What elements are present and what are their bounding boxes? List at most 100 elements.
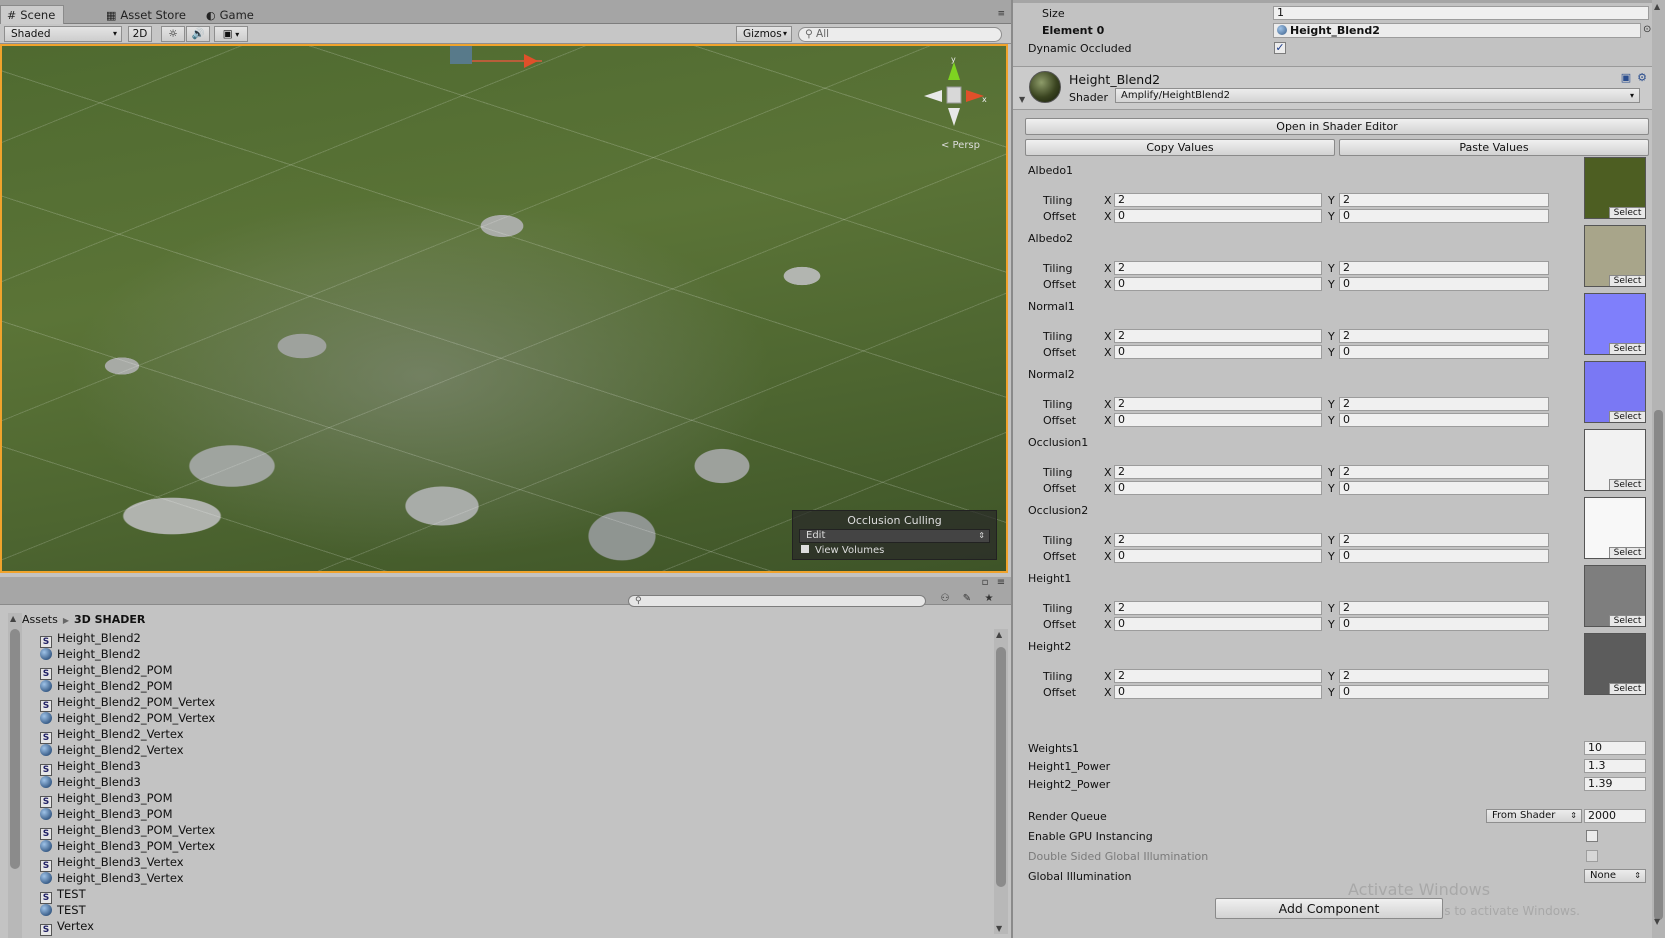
gpu-instancing-checkbox[interactable] <box>1586 830 1598 842</box>
offset-y-field[interactable]: 0 <box>1339 549 1549 563</box>
offset-y-field[interactable]: 0 <box>1339 345 1549 359</box>
offset-y-field[interactable]: 0 <box>1339 481 1549 495</box>
move-arrow-x-icon[interactable] <box>524 54 538 68</box>
asset-list-item[interactable]: S Height_Blend3 <box>40 758 980 776</box>
scroll-down-icon[interactable]: ▼ <box>1654 917 1660 926</box>
audio-toggle-icon[interactable]: 🔊 <box>186 26 210 42</box>
global-illumination-dropdown[interactable]: None ⇕ <box>1584 869 1646 883</box>
texture-select-button[interactable]: Select <box>1609 275 1645 286</box>
render-queue-mode-dropdown[interactable]: From Shader ⇕ <box>1486 809 1582 823</box>
tiling-x-field[interactable]: 2 <box>1114 397 1322 411</box>
offset-y-field[interactable]: 0 <box>1339 277 1549 291</box>
offset-x-field[interactable]: 0 <box>1114 277 1322 291</box>
gear-icon[interactable]: ⚙ <box>1637 71 1653 84</box>
tiling-x-field[interactable]: 2 <box>1114 465 1322 479</box>
material-settings-icons[interactable]: ▣⚙ <box>1621 71 1653 84</box>
lighting-toggle-icon[interactable]: ☼ <box>161 26 185 42</box>
tab-game[interactable]: ◐ Game <box>200 6 262 24</box>
asset-list-item[interactable]: S Height_Blend2_POM_Vertex <box>40 694 980 712</box>
texture-select-button[interactable]: Select <box>1609 615 1645 626</box>
tiling-y-field[interactable]: 2 <box>1339 329 1549 343</box>
asset-list-item[interactable]: Height_Blend3_Vertex <box>40 870 980 886</box>
texture-thumbnail[interactable]: Select <box>1584 225 1646 287</box>
texture-select-button[interactable]: Select <box>1609 411 1645 422</box>
offset-x-field[interactable]: 0 <box>1114 413 1322 427</box>
offset-x-field[interactable]: 0 <box>1114 685 1322 699</box>
inspector-scrollbar[interactable]: ▲ ▼ <box>1652 0 1665 938</box>
shader-dropdown[interactable]: Amplify/HeightBlend2 ▾ <box>1115 88 1640 103</box>
tiling-x-field[interactable]: 2 <box>1114 601 1322 615</box>
object-picker-icon[interactable]: ⊙ <box>1643 24 1651 35</box>
asset-list-item[interactable]: S Height_Blend3_POM_Vertex <box>40 822 980 840</box>
asset-list-item[interactable]: S Height_Blend2 <box>40 630 980 648</box>
add-component-button[interactable]: Add Component <box>1215 898 1443 919</box>
texture-thumbnail[interactable]: Select <box>1584 429 1646 491</box>
asset-list-item[interactable]: S Height_Blend3_Vertex <box>40 854 980 872</box>
texture-thumbnail[interactable]: Select <box>1584 633 1646 695</box>
occlusion-mode-dropdown[interactable]: Edit ⇕ <box>799 529 990 543</box>
texture-select-button[interactable]: Select <box>1609 479 1645 490</box>
scroll-up-icon[interactable]: ▲ <box>10 614 16 623</box>
projection-label[interactable]: < Persp <box>941 140 980 151</box>
asset-list-item[interactable]: S Vertex <box>40 918 980 936</box>
paste-values-button[interactable]: Paste Values <box>1339 139 1649 156</box>
asset-list-scrollbar[interactable]: ▲ ▼ <box>994 629 1008 934</box>
offset-x-field[interactable]: 0 <box>1114 209 1322 223</box>
offset-x-field[interactable]: 0 <box>1114 481 1322 495</box>
scrollbar-thumb[interactable] <box>996 647 1006 887</box>
render-queue-field[interactable]: 2000 <box>1584 809 1646 823</box>
tiling-x-field[interactable]: 2 <box>1114 669 1322 683</box>
asset-list-item[interactable]: Height_Blend3 <box>40 774 980 790</box>
texture-thumbnail[interactable]: Select <box>1584 157 1646 219</box>
scene-search-input[interactable]: ⚲ All <box>798 27 1002 42</box>
open-shader-editor-button[interactable]: Open in Shader Editor <box>1025 118 1649 135</box>
asset-list-item[interactable]: TEST <box>40 902 980 918</box>
asset-list-item[interactable]: S Height_Blend2_Vertex <box>40 726 980 744</box>
foldout-arrow-icon[interactable]: ▼ <box>1019 95 1025 104</box>
scroll-down-icon[interactable]: ▼ <box>996 924 1002 933</box>
tiling-y-field[interactable]: 2 <box>1339 533 1549 547</box>
panel-menu-icon[interactable]: ≡ <box>992 577 1010 591</box>
asset-list-item[interactable]: Height_Blend2_POM <box>40 678 980 694</box>
texture-thumbnail[interactable]: Select <box>1584 565 1646 627</box>
height2-power-field[interactable]: 1.39 <box>1584 777 1646 791</box>
breadcrumb-current[interactable]: 3D SHADER <box>74 613 145 626</box>
folder-tree-scrollbar[interactable]: ▲ <box>8 613 22 938</box>
tiling-y-field[interactable]: 2 <box>1339 193 1549 207</box>
tiling-x-field[interactable]: 2 <box>1114 533 1322 547</box>
dynamic-occluded-checkbox[interactable]: ✓ <box>1274 42 1286 54</box>
texture-select-button[interactable]: Select <box>1609 547 1645 558</box>
offset-y-field[interactable]: 0 <box>1339 209 1549 223</box>
asset-list-item[interactable]: S TEST <box>40 886 980 904</box>
offset-y-field[interactable]: 0 <box>1339 685 1549 699</box>
double-sided-gi-checkbox[interactable] <box>1586 850 1598 862</box>
asset-list-item[interactable]: S Height_Blend3_POM <box>40 790 980 808</box>
asset-list-item[interactable]: Height_Blend3_POM_Vertex <box>40 838 980 854</box>
offset-x-field[interactable]: 0 <box>1114 549 1322 563</box>
offset-y-field[interactable]: 0 <box>1339 413 1549 427</box>
gizmos-dropdown[interactable]: Gizmos ▾ <box>736 26 792 42</box>
asset-list-item[interactable]: S Height_Blend2_POM <box>40 662 980 680</box>
scroll-up-icon[interactable]: ▲ <box>1654 2 1660 11</box>
orientation-gizmo-icon[interactable]: y x <box>918 56 990 128</box>
2d-toggle-button[interactable]: 2D <box>128 26 152 42</box>
favorite-star-icon[interactable]: ★ <box>980 593 998 607</box>
filter-type-icon[interactable]: ⚇ <box>936 593 954 607</box>
asset-list-item[interactable]: Height_Blend2_Vertex <box>40 742 980 758</box>
texture-thumbnail[interactable]: Select <box>1584 497 1646 559</box>
view-volumes-checkbox[interactable] <box>801 545 809 553</box>
tiling-y-field[interactable]: 2 <box>1339 261 1549 275</box>
tiling-x-field[interactable]: 2 <box>1114 261 1322 275</box>
tiling-y-field[interactable]: 2 <box>1339 465 1549 479</box>
project-search-input[interactable]: ⚲ <box>628 595 926 607</box>
scrollbar-thumb[interactable] <box>1654 410 1663 920</box>
scene-viewport[interactable]: y x < Persp Occlusion Culling Edit ⇕ View… <box>0 44 1008 573</box>
view-volumes-toggle[interactable]: View Volumes <box>793 543 996 556</box>
panel-menu-icon[interactable]: ≡ <box>997 9 1005 19</box>
shading-mode-dropdown[interactable]: Shaded ▾ <box>4 26 122 42</box>
tiling-y-field[interactable]: 2 <box>1339 601 1549 615</box>
tiling-y-field[interactable]: 2 <box>1339 397 1549 411</box>
element0-object-field[interactable]: Height_Blend2 <box>1273 23 1641 38</box>
tiling-x-field[interactable]: 2 <box>1114 329 1322 343</box>
selected-object-handle[interactable] <box>450 46 472 64</box>
